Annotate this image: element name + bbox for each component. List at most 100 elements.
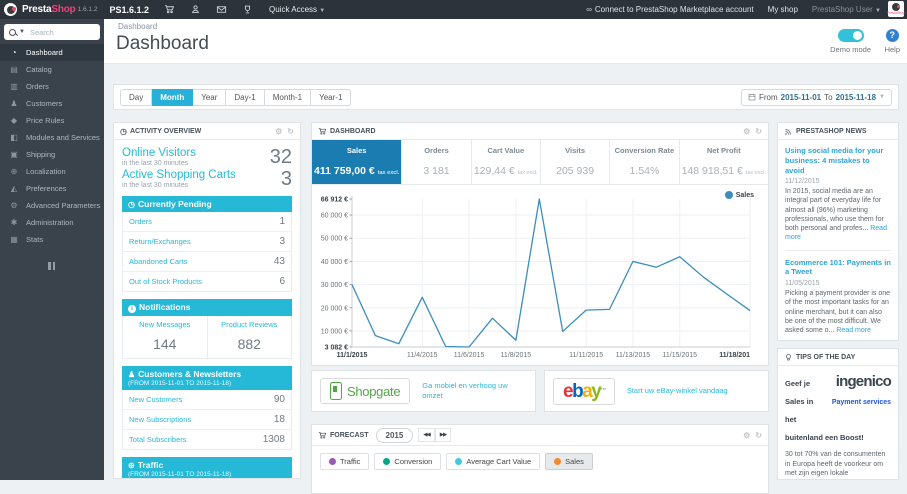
list-item-new-subscriptions: New Subscriptions 18 — [123, 410, 291, 430]
range-month-button[interactable]: Month — [152, 88, 194, 106]
dashboard-panel-header: DASHBOARD ⚙ ↻ — [312, 123, 768, 140]
sidebar-item-customers[interactable]: ♟ Customers — [0, 95, 104, 112]
product-reviews-link[interactable]: Product Reviews — [210, 320, 290, 329]
sidebar-item-orders[interactable]: ▥ Orders — [0, 78, 104, 95]
help-icon[interactable]: ? — [885, 29, 899, 42]
cart-icon[interactable] — [164, 4, 175, 15]
sidebar-search[interactable]: ▼ — [4, 24, 100, 40]
svg-text:11/15/2015: 11/15/2015 — [663, 352, 698, 359]
online-visitors-link[interactable]: Online Visitors — [122, 147, 196, 159]
panel-refresh-icon[interactable]: ↻ — [755, 127, 762, 136]
credit-card-icon: ▥ — [10, 82, 18, 91]
panel-settings-gear-icon[interactable]: ⚙ — [743, 431, 750, 440]
shopgate-logo[interactable]: Shopgate — [320, 378, 411, 404]
toggle-traffic[interactable]: Traffic — [320, 453, 370, 470]
search-scope-caret-icon[interactable]: ▼ — [19, 29, 25, 35]
svg-text:11/4/2015: 11/4/2015 — [407, 352, 438, 359]
read-more-link[interactable]: Read more — [836, 327, 871, 334]
forecast-next-button[interactable]: ▶▶ — [434, 428, 452, 442]
ingenico-logo[interactable]: ingenico Payment services — [819, 373, 892, 409]
kpi-conversion-rate[interactable]: Conversion Rate 1.54% — [610, 140, 680, 184]
panel-refresh-icon[interactable]: ↻ — [287, 127, 294, 136]
sidebar-item-stats[interactable]: ▦ Stats — [0, 231, 104, 248]
active-carts-link[interactable]: Active Shopping Carts — [122, 169, 236, 181]
sidebar-item-label: Dashboard — [26, 48, 63, 57]
new-messages-link[interactable]: New Messages — [125, 320, 205, 329]
product-reviews-count: 882 — [237, 336, 261, 352]
search-input[interactable] — [27, 26, 87, 38]
range-day-button[interactable]: Day — [120, 88, 153, 106]
chart-legend: Sales — [724, 191, 754, 199]
traffic-header: ⊕ Traffic (FROM 2015-11-01 TO 2015-11-18) — [122, 457, 292, 478]
new-subscriptions-link[interactable]: New Subscriptions — [129, 415, 191, 424]
range-month-1-button[interactable]: Month-1 — [264, 88, 312, 106]
returns-link[interactable]: Return/Exchanges — [129, 237, 191, 246]
news-article-date: 11/12/2015 — [785, 178, 820, 186]
sidebar-item-catalog[interactable]: ▤ Catalog — [0, 61, 104, 78]
kpi-sales[interactable]: Sales 411 759,00 € tax excl. — [312, 140, 403, 184]
quick-access-menu[interactable]: Quick Access ▼ — [269, 5, 325, 14]
panel-refresh-icon[interactable]: ↻ — [755, 431, 762, 440]
list-item-orders: Orders 1 — [123, 212, 291, 232]
demo-mode-toggle[interactable] — [837, 29, 864, 42]
sidebar-collapse-button[interactable] — [48, 262, 56, 270]
brand-version: 1.6.1.2 — [77, 6, 98, 13]
sidebar-item-administration[interactable]: ✱ Administration — [0, 214, 104, 231]
list-item-out-of-stock: Out of Stock Products 6 — [123, 272, 291, 291]
average-cart-value-dot-icon — [455, 458, 463, 465]
kpi-orders[interactable]: Orders 3 181 — [402, 140, 472, 184]
sidebar-item-modules[interactable]: ◧ Modules and Services — [0, 129, 104, 146]
activity-overview-panel: ◷ ACTIVITY OVERVIEW ⚙ ↻ Online Visitors i… — [113, 122, 301, 479]
user-menu[interactable]: PrestaShop User ▼ — [812, 5, 881, 14]
toggle-conversion[interactable]: Conversion — [374, 453, 442, 470]
user-avatar[interactable]: PrestaShop — [887, 1, 905, 17]
ebay-ad-link[interactable]: Start uw eBay-winkel vandaag — [627, 386, 728, 396]
breadcrumb[interactable]: Dashboard — [118, 22, 157, 31]
forecast-prev-button[interactable]: ◀◀ — [418, 428, 435, 442]
news-article-title[interactable]: Ecommerce 101: Payments in a Tweet — [785, 258, 891, 278]
sidebar-item-label: Modules and Services — [26, 133, 100, 142]
toggle-average-cart-value[interactable]: Average Cart Value — [446, 453, 541, 470]
range-day-1-button[interactable]: Day-1 — [226, 88, 265, 106]
svg-text:30 000 €: 30 000 € — [321, 282, 348, 289]
kpi-net-profit[interactable]: Net Profit 148 918,51 € tax excl. — [680, 140, 768, 184]
ebay-logo[interactable]: ebay™ — [553, 377, 615, 405]
sidebar-item-label: Advanced Parameters — [26, 201, 101, 210]
kpi-visits[interactable]: Visits 205 939 — [541, 140, 611, 184]
sidebar-item-preferences[interactable]: ◭ Preferences — [0, 180, 104, 197]
range-year-button[interactable]: Year — [193, 88, 227, 106]
date-range-picker[interactable]: From 2015-11-01 To 2015-11-18 ▼ — [740, 88, 892, 106]
calendar-icon — [748, 93, 756, 101]
sidebar-item-advanced-parameters[interactable]: ⚙ Advanced Parameters — [0, 197, 104, 214]
total-subscribers-link[interactable]: Total Subscribers — [129, 435, 187, 444]
svg-text:11/18/201: 11/18/201 — [719, 352, 750, 359]
new-customers-link[interactable]: New Customers — [129, 395, 182, 404]
my-shop-link[interactable]: My shop — [768, 5, 798, 14]
trophy-icon[interactable] — [242, 4, 253, 15]
panel-settings-gear-icon[interactable]: ⚙ — [275, 127, 282, 136]
panel-settings-gear-icon[interactable]: ⚙ — [743, 127, 750, 136]
sidebar-item-shipping[interactable]: ▣ Shipping — [0, 146, 104, 163]
abandoned-carts-link[interactable]: Abandoned Carts — [129, 257, 187, 266]
new-subscriptions-count: 18 — [273, 414, 285, 425]
marketplace-link[interactable]: ∞ Connect to PrestaShop Marketplace accou… — [586, 5, 753, 14]
shopgate-ad-link[interactable]: Ga mobiel en verhoog uw omzet — [422, 381, 527, 401]
toggle-sales[interactable]: Sales — [545, 453, 593, 470]
online-visitors-sub: in the last 30 minutes — [122, 160, 189, 167]
customer-icon[interactable] — [190, 4, 201, 15]
currently-pending-header: ◷ Currently Pending — [122, 196, 292, 212]
sidebar-item-dashboard[interactable]: ◔ Dashboard — [0, 44, 104, 61]
orders-link[interactable]: Orders — [129, 217, 152, 226]
new-customers-count: 90 — [273, 394, 285, 405]
total-subscribers-count: 1308 — [262, 434, 285, 445]
range-year-1-button[interactable]: Year-1 — [311, 88, 352, 106]
sidebar-item-label: Orders — [26, 82, 49, 91]
out-of-stock-link[interactable]: Out of Stock Products — [129, 277, 202, 286]
sidebar-item-localization[interactable]: ⊕ Localization — [0, 163, 104, 180]
messages-icon[interactable] — [216, 4, 227, 15]
kpi-cart-value[interactable]: Cart Value 129,44 € tax excl. — [472, 140, 541, 184]
sidebar-item-price-rules[interactable]: ◆ Price Rules — [0, 112, 104, 129]
link-icon: ∞ — [586, 5, 592, 14]
news-article-title[interactable]: Using social media for your business: 4 … — [785, 146, 891, 175]
top-bar: PrestaShop 1.6.1.2 PS1.6.1.2 Quick Acces… — [0, 0, 907, 19]
